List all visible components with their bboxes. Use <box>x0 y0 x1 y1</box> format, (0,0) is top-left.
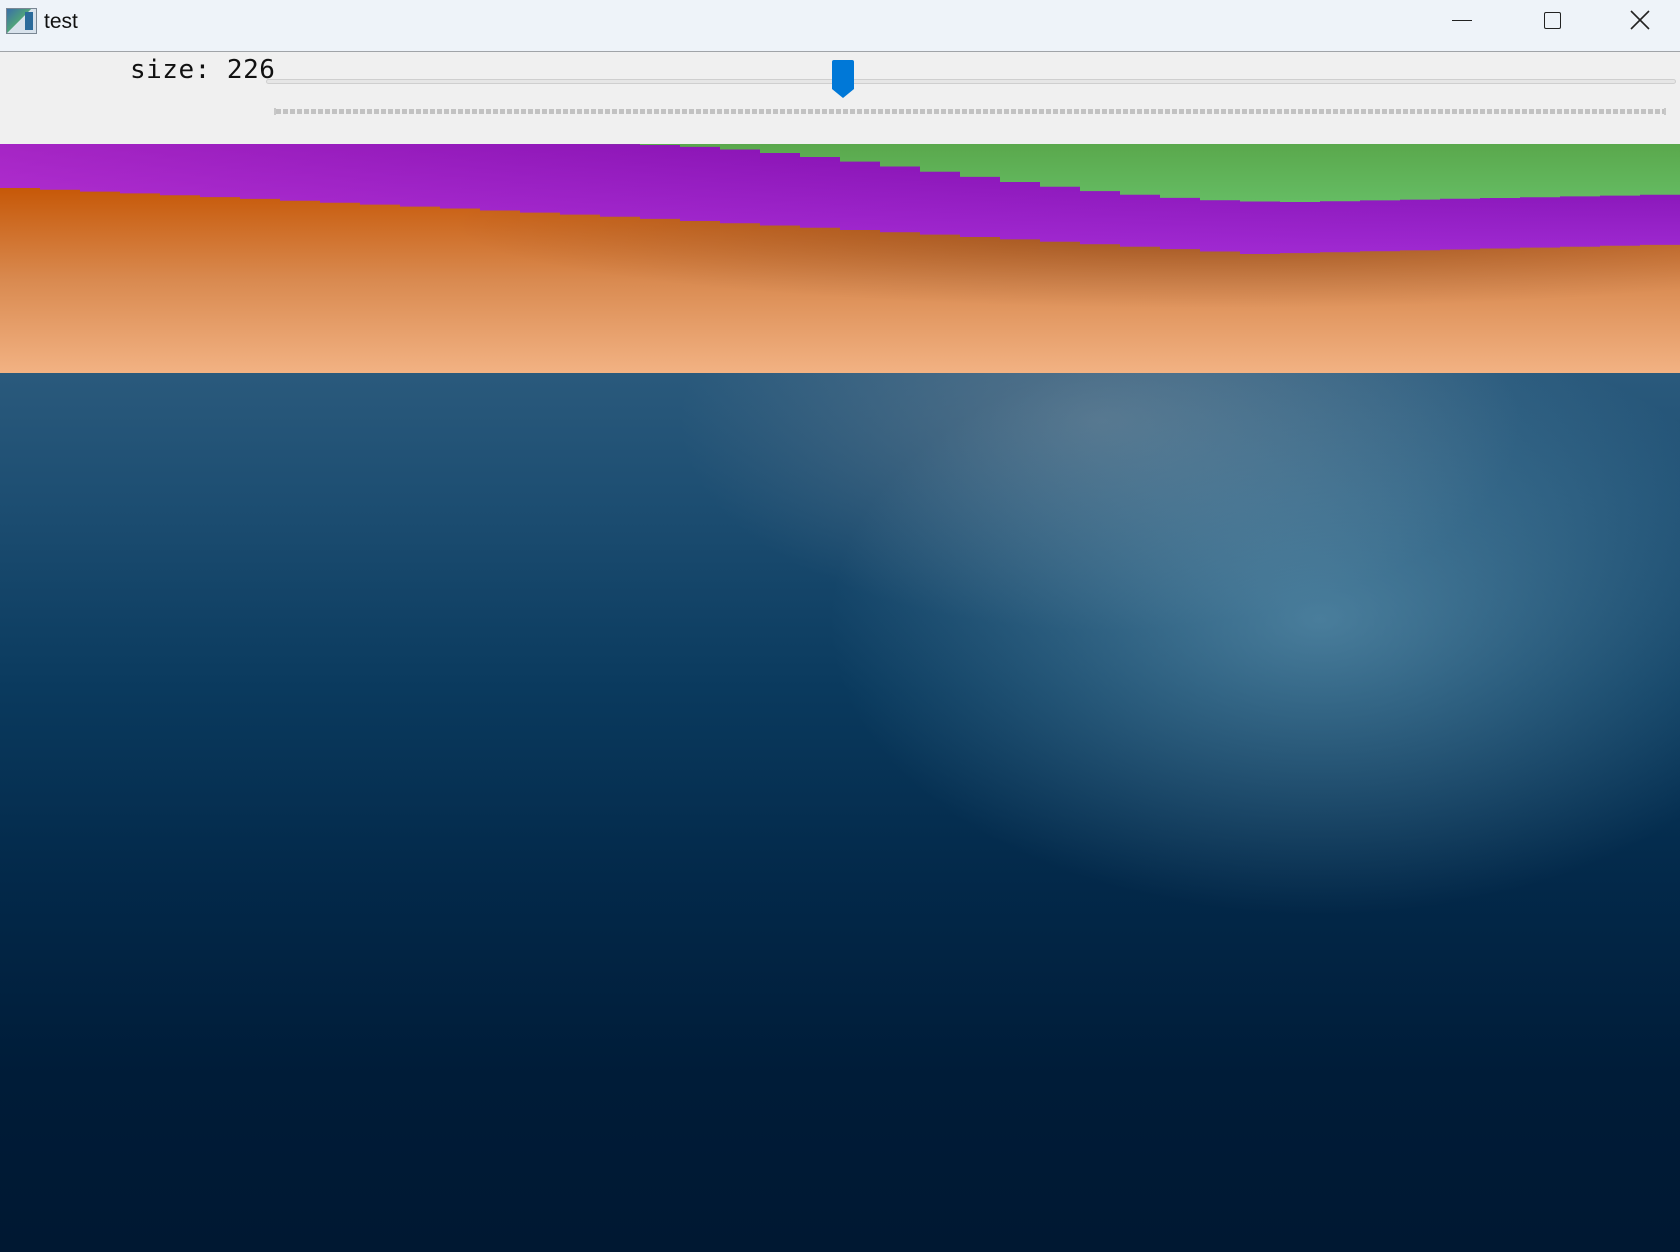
minimize-icon <box>1452 19 1472 21</box>
controls-panel: size: 226 <box>0 52 1680 144</box>
close-icon <box>1630 10 1650 30</box>
title-bar[interactable]: test <box>0 0 1680 52</box>
slider-ticks <box>274 108 1666 115</box>
window-title: test <box>44 10 78 33</box>
color-bands-canvas <box>0 144 1680 373</box>
size-label: size: 226 <box>130 55 276 85</box>
slider-thumb[interactable] <box>832 60 854 98</box>
minimize-button[interactable] <box>1417 0 1507 40</box>
slider-track[interactable] <box>266 79 1676 84</box>
app-window-icon <box>6 8 37 34</box>
maximize-button[interactable] <box>1507 0 1597 40</box>
close-button[interactable] <box>1600 0 1680 40</box>
size-slider[interactable] <box>266 56 1676 116</box>
maximize-icon <box>1543 11 1561 29</box>
